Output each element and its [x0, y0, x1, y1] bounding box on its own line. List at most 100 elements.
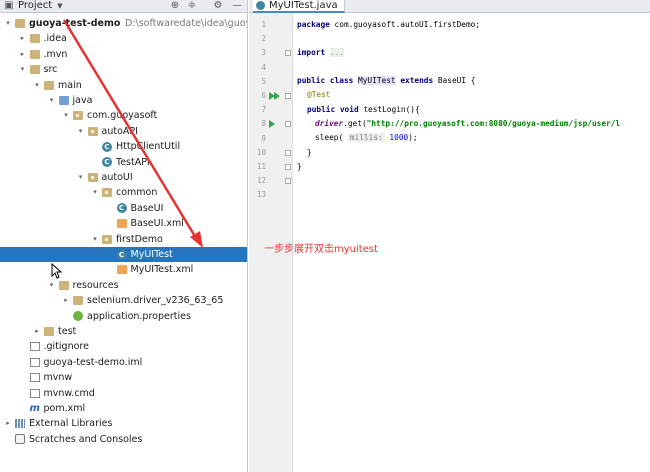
code-line-6: public class MyUITest extends BaseUI { — [297, 76, 476, 85]
file-icon — [29, 388, 40, 398]
class-icon: C — [116, 203, 127, 214]
run-test-icon[interactable] — [274, 92, 280, 100]
tree-item-label: common — [116, 187, 158, 199]
tree-item[interactable]: ▾ main — [0, 78, 247, 93]
chevron-down-icon[interactable]: ▼ — [55, 1, 65, 11]
chevron-down-icon[interactable]: ▾ — [77, 124, 85, 139]
tree-item[interactable]: ▸ .idea — [0, 31, 247, 46]
fold-marker-icon[interactable] — [285, 93, 291, 99]
tree-item[interactable]: ▸ External Libraries — [0, 416, 247, 431]
tree-item[interactable]: application.properties — [0, 309, 247, 324]
minimize-icon[interactable]: — — [232, 1, 242, 11]
tree-item[interactable]: C TestAPI — [0, 155, 247, 170]
line-number: 12 — [256, 176, 266, 186]
chevron-down-icon[interactable]: ▾ — [19, 62, 27, 77]
chevron-right-icon[interactable]: ▸ — [4, 416, 12, 431]
locate-icon[interactable]: ⊕ — [170, 1, 180, 11]
chevron-right-icon[interactable]: ▸ — [19, 47, 27, 62]
class-icon — [256, 1, 265, 10]
fold-marker-icon[interactable] — [285, 178, 291, 185]
tree-item[interactable]: C BaseUI — [0, 201, 247, 216]
tree-item[interactable]: ▾ java — [0, 93, 247, 108]
tree-item-label: test — [58, 326, 77, 337]
run-test-icon[interactable] — [269, 120, 275, 129]
line-number: 11 — [256, 162, 266, 171]
chevron-right-icon[interactable]: ▸ — [33, 324, 41, 339]
tree-item-label: BaseUI — [130, 202, 164, 214]
tree-item[interactable]: Scratches and Consoles — [0, 432, 247, 447]
resources-folder-icon — [58, 280, 69, 290]
project-path: D:\softwaredate\idea\guoya-te — [125, 18, 247, 29]
collapse-all-icon[interactable]: ≑ — [187, 1, 197, 11]
tree-item[interactable]: ▾ autoAPI — [0, 124, 247, 139]
tree-item[interactable]: m pom.xml — [0, 401, 247, 416]
fold-marker-icon[interactable] — [285, 121, 291, 128]
line-number: 3 — [261, 48, 266, 58]
fold-marker-icon[interactable] — [285, 50, 291, 57]
fold-marker-icon[interactable] — [285, 149, 291, 156]
chevron-right-icon[interactable]: ▸ — [19, 31, 27, 46]
folder-icon — [29, 49, 40, 59]
xml-file-icon — [116, 219, 127, 229]
chevron-down-icon[interactable]: ▾ — [91, 185, 99, 200]
tree-item-label: Scratches and Consoles — [29, 433, 143, 445]
tree-item-label: External Libraries — [29, 418, 113, 430]
line-number: 7 — [261, 105, 266, 115]
chevron-down-icon[interactable]: ▾ — [77, 170, 85, 185]
chevron-down-icon[interactable]: ▾ — [91, 232, 99, 247]
tree-item[interactable]: .gitignore — [0, 339, 247, 354]
tree-item[interactable]: ▾ src — [0, 62, 247, 77]
annotation-text: 一步步展开双击myuitest — [264, 244, 378, 255]
chevron-right-icon[interactable]: ▸ — [62, 293, 70, 308]
editor-tab-myuitest[interactable]: MyUITest.java — [253, 0, 345, 13]
chevron-down-icon[interactable]: ▾ — [48, 93, 56, 108]
tree-item[interactable]: C MyUITest — [0, 247, 247, 263]
line-number: 13 — [256, 190, 266, 200]
folded-imports[interactable]: ... — [329, 48, 344, 57]
code-line-3: import ... — [297, 48, 344, 57]
tree-item-label: .idea — [43, 33, 67, 45]
chevron-down-icon[interactable]: ▾ — [48, 278, 56, 293]
tree-item[interactable]: ▾ autoUI — [0, 170, 247, 185]
tree-item[interactable]: mvnw — [0, 370, 247, 385]
spring-properties-icon — [73, 311, 83, 322]
tree-item-label: mvnw — [43, 372, 73, 384]
tree-item[interactable]: ▾ firstDemo — [0, 232, 247, 247]
project-view-title[interactable]: Project — [18, 0, 52, 12]
tree-item-label: guoya-test-demo.iml — [43, 356, 143, 368]
tree-item[interactable]: C HttpClientUtil — [0, 139, 247, 154]
chevron-down-icon[interactable]: ▾ — [62, 108, 70, 123]
tree-item[interactable]: mvnw.cmd — [0, 386, 247, 401]
tree-item[interactable]: ▾ guoya-test-demo D:\softwaredate\idea\guo… — [0, 16, 247, 31]
editor-tab-bar: MyUITest.java — [249, 0, 650, 13]
package-icon — [102, 234, 112, 244]
tree-item[interactable]: guoya-test-demo.iml — [0, 355, 247, 370]
mouse-cursor-icon — [51, 263, 63, 279]
fold-marker-icon[interactable] — [285, 164, 291, 170]
parameter-hint: millis: — [347, 133, 385, 142]
folder-icon — [15, 19, 25, 28]
tree-item[interactable]: BaseUI.xml — [0, 216, 247, 231]
package-icon — [102, 188, 112, 198]
class-icon: C — [102, 141, 112, 152]
tree-item[interactable]: MyUITest.xml — [0, 262, 247, 277]
tree-item[interactable]: ▸ selenium.driver_v236_63_65 — [0, 293, 247, 308]
tree-item[interactable]: ▸ test — [0, 324, 247, 339]
gear-icon[interactable]: ⚙ — [213, 1, 223, 11]
tree-item[interactable]: ▾ com.guoyasoft — [0, 108, 247, 123]
file-icon — [29, 357, 40, 367]
folder-icon — [44, 327, 54, 336]
tree-item-label: java — [72, 95, 93, 106]
package-icon — [87, 126, 98, 136]
tree-item-label: application.properties — [87, 310, 191, 322]
line-number: 4 — [261, 62, 266, 72]
project-view-icon[interactable]: ▣ — [4, 1, 14, 11]
tree-item[interactable]: ▾ common — [0, 185, 247, 200]
tree-item[interactable]: ▸ .mvn — [0, 47, 247, 62]
line-number: 2 — [261, 34, 266, 44]
line-number: 1 — [261, 20, 266, 29]
tree-item[interactable]: ▾ resources — [0, 278, 247, 293]
chevron-down-icon[interactable]: ▾ — [33, 78, 41, 93]
tree-item-label: .mvn — [43, 48, 68, 60]
chevron-down-icon[interactable]: ▾ — [4, 16, 12, 31]
